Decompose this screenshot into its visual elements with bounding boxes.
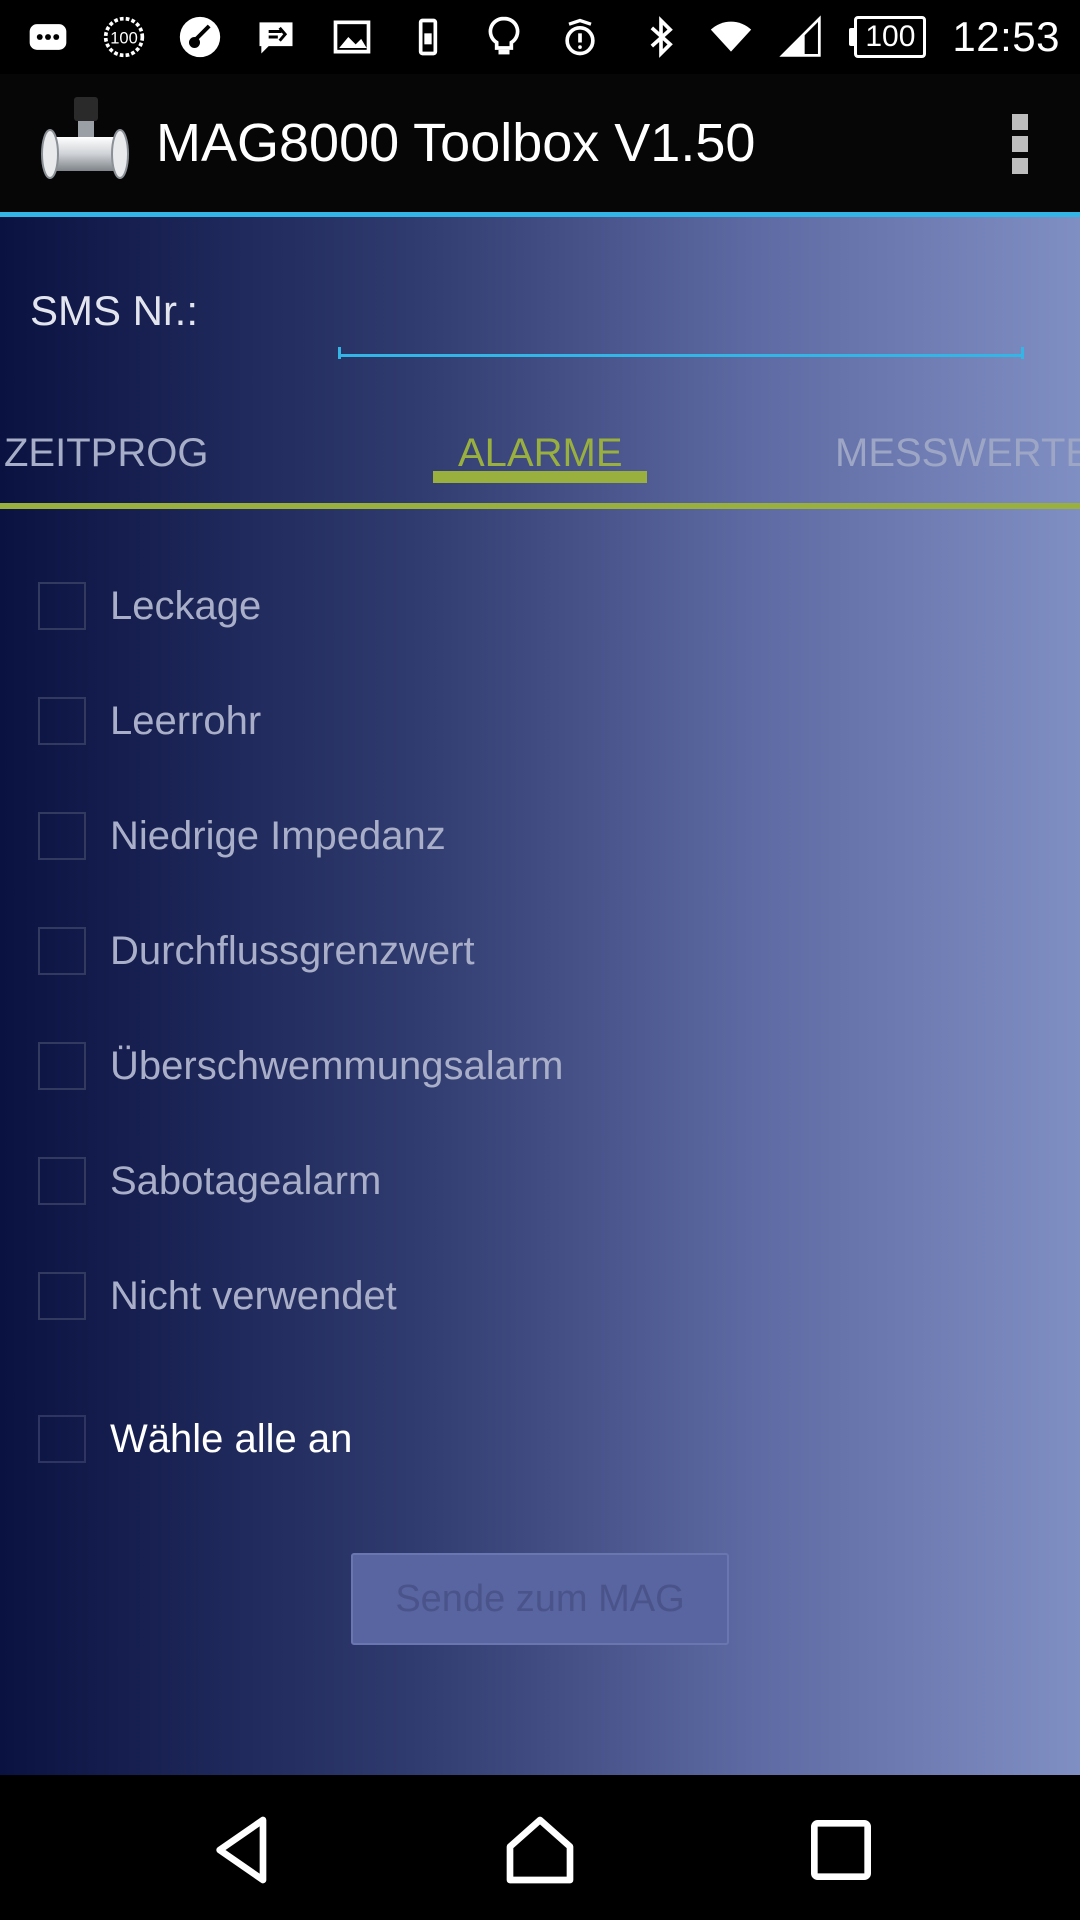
guitar-icon <box>178 15 222 59</box>
phone-vibrate-icon <box>406 15 450 59</box>
alarm-label-leerrohr: Leerrohr <box>110 698 262 743</box>
signal-icon <box>779 15 823 59</box>
tab-messwerte[interactable]: MESSWERTE <box>835 431 1080 476</box>
tab-strip-divider <box>0 503 1080 509</box>
chat-arrow-icon <box>254 15 298 59</box>
checkbox[interactable] <box>38 812 86 860</box>
app-title: MAG8000 Toolbox V1.50 <box>156 113 756 173</box>
tab-strip: ZEITPROG ALARME MESSWERTE <box>0 397 1080 509</box>
alarm-checkbox-row[interactable]: Nicht verwendet <box>38 1272 397 1320</box>
alarm-checkbox-row[interactable]: Leerrohr <box>38 697 261 745</box>
alarm-checkbox-row[interactable]: Durchflussgrenzwert <box>38 927 475 975</box>
tab-indicator <box>433 471 647 483</box>
alarm-label-durchflussgrenzwert: Durchflussgrenzwert <box>110 928 475 973</box>
tab-zeitprog[interactable]: ZEITPROG <box>4 431 208 476</box>
system-icons: 100 12:53 <box>639 13 1060 61</box>
sms-row: SMS Nr.: <box>30 287 198 335</box>
tab-alarme[interactable]: ALARME <box>458 431 623 476</box>
clock: 12:53 <box>952 13 1060 60</box>
alarm-checkbox-row[interactable]: Niedrige Impedanz <box>38 812 446 860</box>
alarm-label-leckage: Leckage <box>110 583 262 628</box>
select-all-row[interactable]: Wähle alle an <box>38 1415 352 1463</box>
alert-icon <box>558 15 602 59</box>
select-all-checkbox[interactable] <box>38 1415 86 1463</box>
send-to-mag-button[interactable]: Sende zum MAG <box>351 1553 729 1645</box>
home-button[interactable] <box>495 1805 585 1895</box>
chat-bubble-icon <box>26 15 70 59</box>
lightbulb-icon <box>482 15 526 59</box>
checkbox[interactable] <box>38 697 86 745</box>
svg-text:100: 100 <box>110 29 138 47</box>
status-bar: 100 100 12:53 <box>0 0 1080 74</box>
battery-icon: 100 <box>849 16 927 58</box>
alarm-checkbox-row[interactable]: Überschwemmungsalarm <box>38 1042 563 1090</box>
notification-icons: 100 <box>26 15 602 59</box>
screen: 100 100 12:53 MAG8000 Toolbox V1.50 SMS … <box>0 0 1080 1920</box>
action-bar: MAG8000 Toolbox V1.50 <box>0 74 1080 212</box>
alarm-checkbox-row[interactable]: Sabotagealarm <box>38 1157 381 1205</box>
checkbox[interactable] <box>38 1042 86 1090</box>
alarm-checkbox-row[interactable]: Leckage <box>38 582 261 630</box>
checkbox[interactable] <box>38 1272 86 1320</box>
flowmeter-logo-icon <box>41 97 129 179</box>
checkbox[interactable] <box>38 582 86 630</box>
content-area: SMS Nr.: ZEITPROG ALARME MESSWERTE Lecka… <box>0 217 1080 1775</box>
overflow-dot <box>1012 114 1028 130</box>
alarm-label-niedrige-impedanz: Niedrige Impedanz <box>110 813 446 858</box>
home-icon <box>506 1816 574 1884</box>
overflow-dot <box>1012 136 1028 152</box>
image-icon <box>330 15 374 59</box>
select-all-label: Wähle alle an <box>110 1416 353 1461</box>
wifi-icon <box>709 15 753 59</box>
sms-number-input[interactable] <box>338 277 1024 357</box>
recents-button[interactable] <box>796 1805 886 1895</box>
overflow-dot <box>1012 158 1028 174</box>
input-cap-right <box>1021 347 1024 359</box>
sms-label: SMS Nr.: <box>30 287 199 334</box>
ring-100-icon: 100 <box>102 15 146 59</box>
checkbox[interactable] <box>38 927 86 975</box>
battery-level: 100 <box>854 16 927 58</box>
overflow-menu-button[interactable] <box>1000 114 1040 174</box>
recents-square-icon <box>811 1820 871 1880</box>
navigation-bar <box>0 1775 1080 1920</box>
bluetooth-icon <box>639 15 683 59</box>
back-button[interactable] <box>198 1805 288 1895</box>
back-triangle-icon <box>216 1816 267 1884</box>
alarm-label-nicht-verwendet: Nicht verwendet <box>110 1273 397 1318</box>
alarm-label-ueberschwemmungsalarm: Überschwemmungsalarm <box>110 1043 564 1088</box>
checkbox[interactable] <box>38 1157 86 1205</box>
input-cap-left <box>338 347 341 359</box>
alarm-label-sabotagealarm: Sabotagealarm <box>110 1158 382 1203</box>
